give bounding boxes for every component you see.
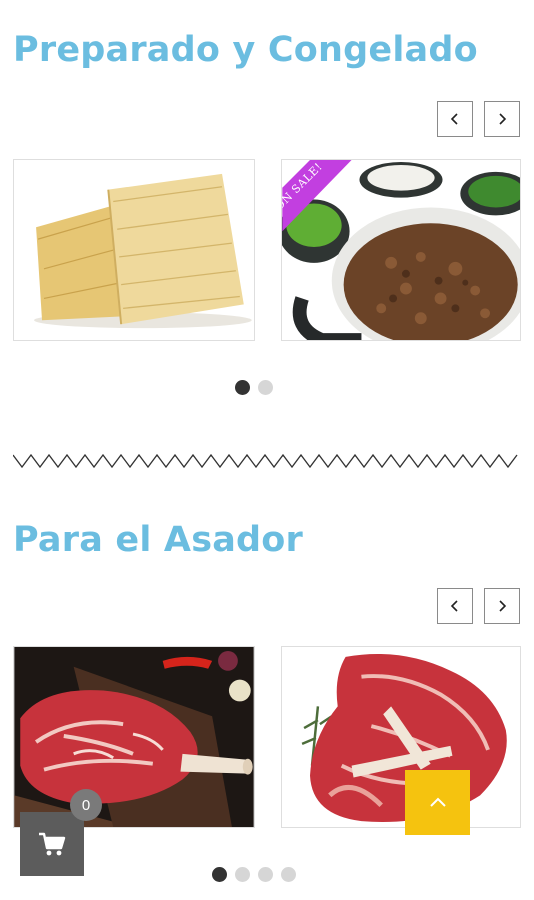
pagination-dot[interactable]: [258, 380, 273, 395]
zigzag-divider: [13, 453, 518, 469]
cart-count-badge: 0: [70, 789, 102, 821]
carousel-next-button[interactable]: [484, 588, 520, 624]
chevron-left-icon: [450, 600, 458, 612]
pagination-dot[interactable]: [235, 867, 250, 882]
carousel-prev-button[interactable]: [437, 588, 473, 624]
pagination-dot-active[interactable]: [235, 380, 250, 395]
chevron-left-icon: [450, 113, 458, 125]
t-bone-steak-image: [282, 647, 520, 827]
chevron-right-icon: [499, 113, 507, 125]
pagination-dot[interactable]: [258, 867, 273, 882]
product-card-ground-meat[interactable]: ON SALE!: [281, 159, 521, 341]
pagination-dot[interactable]: [281, 867, 296, 882]
chevron-up-icon: [429, 797, 446, 807]
carousel-next-button[interactable]: [484, 101, 520, 137]
pagination-dot-active[interactable]: [212, 867, 227, 882]
product-card-tamales[interactable]: [13, 159, 255, 341]
chevron-right-icon: [499, 600, 507, 612]
carousel-prev-button[interactable]: [437, 101, 473, 137]
section-title: Para el Asador: [13, 520, 304, 560]
tamales-image: [14, 160, 254, 340]
ground-meat-image: [282, 160, 520, 340]
section-title: Preparado y Congelado: [13, 30, 478, 70]
product-card-tomahawk[interactable]: [13, 646, 255, 828]
tomahawk-steak-image: [14, 647, 254, 827]
carousel-pagination: [235, 380, 273, 395]
product-card-t-bone[interactable]: [281, 646, 521, 828]
shopping-cart-icon: [39, 832, 66, 856]
cart-button[interactable]: [20, 812, 84, 876]
carousel-pagination: [212, 867, 296, 882]
scroll-to-top-button[interactable]: [405, 770, 470, 835]
